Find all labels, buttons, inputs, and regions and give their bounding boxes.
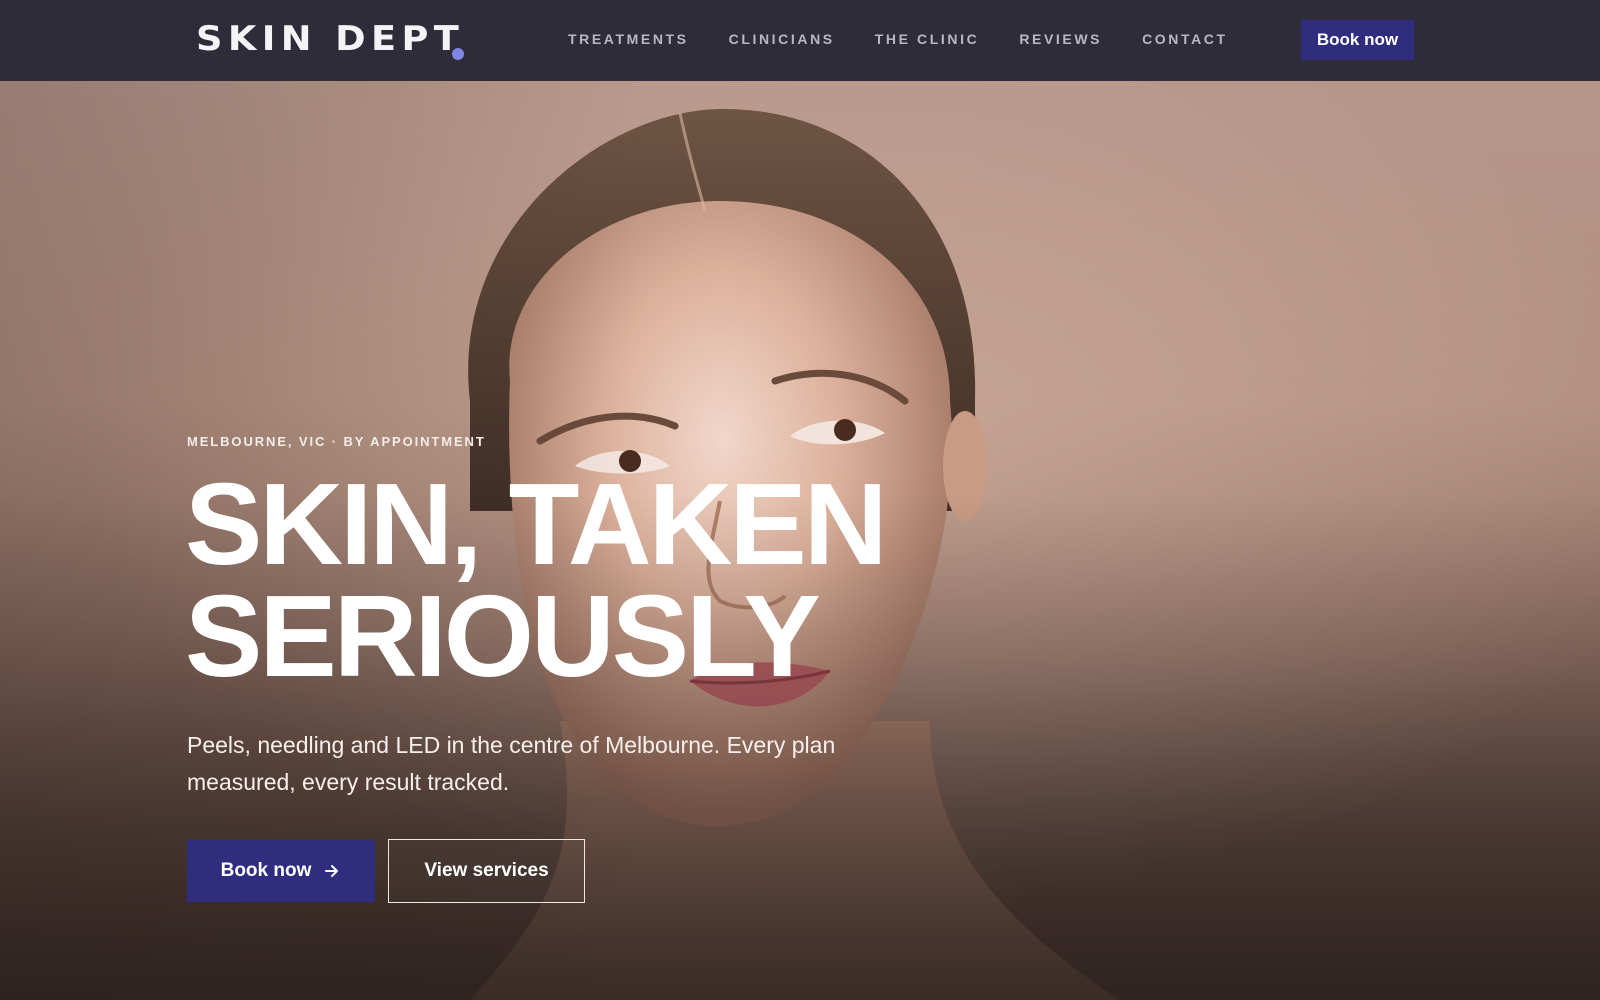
- hero-eyebrow: MELBOURNE, VIC · BY APPOINTMENT: [187, 434, 486, 449]
- primary-nav: TREATMENTS CLINICIANS THE CLINIC REVIEWS…: [568, 31, 1268, 47]
- brand-name: SKIN DEPT: [196, 19, 465, 59]
- nav-link-clinicians[interactable]: CLINICIANS: [729, 31, 835, 47]
- brand-logo[interactable]: SKIN DEPT: [196, 22, 464, 60]
- hero-headline-line1: SKIN, TAKEN: [185, 459, 888, 589]
- hero-headline: SKIN, TAKEN SERIOUSLY: [185, 459, 888, 701]
- hero-section: MELBOURNE, VIC · BY APPOINTMENT SKIN, TA…: [0, 81, 1600, 1000]
- hero-subcopy: Peels, needling and LED in the centre of…: [187, 732, 836, 795]
- nav-link-contact[interactable]: CONTACT: [1142, 31, 1228, 47]
- hero-book-now-label: Book now: [220, 860, 312, 881]
- nav-link-reviews[interactable]: REVIEWS: [1019, 31, 1102, 47]
- nav-link-the-clinic[interactable]: THE CLINIC: [875, 31, 980, 47]
- nav-link-treatments[interactable]: TREATMENTS: [568, 31, 689, 47]
- brand-dot-icon: [452, 48, 464, 60]
- hero-view-services-button[interactable]: View services: [388, 839, 585, 903]
- hero-book-now-button[interactable]: Book now: [187, 840, 375, 902]
- hero-headline-line2: SERIOUSLY: [185, 571, 821, 701]
- nav-book-now-button[interactable]: Book now: [1301, 20, 1414, 60]
- arrow-right-icon: [325, 865, 339, 877]
- top-nav: SKIN DEPT TREATMENTS CLINICIANS THE CLIN…: [0, 0, 1600, 81]
